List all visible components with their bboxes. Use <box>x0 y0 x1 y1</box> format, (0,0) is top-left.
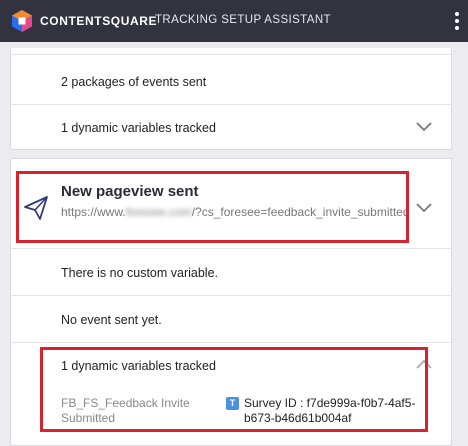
chevron-up-icon[interactable] <box>416 359 432 373</box>
pageview-card: New pageview sent https://www.foresee.co… <box>10 158 452 446</box>
brand-name: CONTENTSQUARE <box>40 14 158 28</box>
no-custom-variable-text: There is no custom variable. <box>61 266 219 280</box>
type-badge: T <box>226 397 239 410</box>
url-prefix: https://www. <box>61 205 126 219</box>
divider <box>11 248 451 249</box>
chevron-down-icon[interactable] <box>416 122 432 136</box>
menu-dots-icon[interactable] <box>455 12 460 30</box>
no-event-text: No event sent yet. <box>61 313 162 327</box>
dynamic-vars-text: 1 dynamic variables tracked <box>61 359 216 373</box>
pageview-title: New pageview sent <box>61 183 199 200</box>
events-summary-card: 2 packages of events sent 1 dynamic vari… <box>10 48 452 150</box>
paper-plane-icon <box>24 196 48 220</box>
variable-name: FB_FS_Feedback Invite Submitted <box>61 396 190 425</box>
divider <box>11 342 451 343</box>
url-blurred-domain: foresee.com <box>125 205 192 219</box>
variable-value: Survey ID : f7de999a-f0b7-4af5-b673-b46d… <box>244 396 416 425</box>
divider <box>11 295 451 296</box>
divider <box>11 54 451 55</box>
app-header: CONTENTSQUARE TRACKING SETUP ASSISTANT <box>0 0 468 42</box>
chevron-down-icon[interactable] <box>416 203 432 217</box>
divider <box>11 104 451 105</box>
packages-sent-text: 2 packages of events sent <box>61 75 207 89</box>
pageview-url[interactable]: https://www.foresee.com/?cs_foresee=feed… <box>61 204 411 221</box>
contentsquare-logo-icon <box>12 10 32 32</box>
app-title: TRACKING SETUP ASSISTANT <box>155 14 331 26</box>
dynamic-vars-text: 1 dynamic variables tracked <box>61 121 216 135</box>
url-suffix: /?cs_foresee=feedback_invite_submitted <box>191 205 410 219</box>
